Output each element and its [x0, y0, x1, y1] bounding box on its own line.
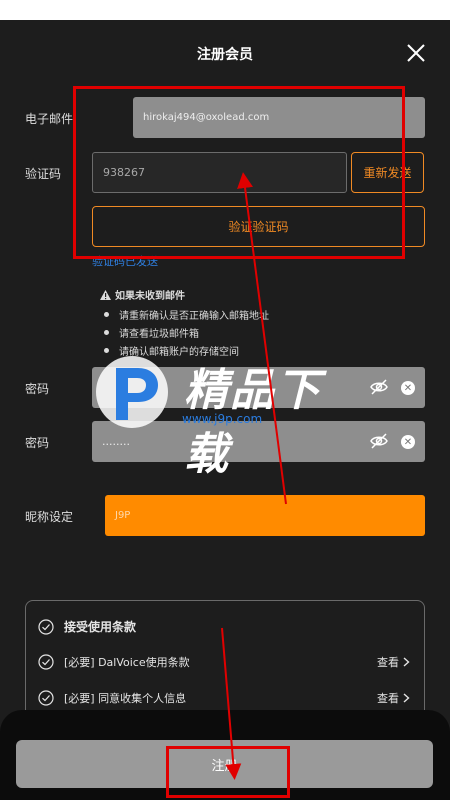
- register-screen: 注册会员 电子邮件 hirokaj494@oxolead.com 验证码 938…: [0, 20, 450, 800]
- annotation-arrows: [221, 172, 287, 780]
